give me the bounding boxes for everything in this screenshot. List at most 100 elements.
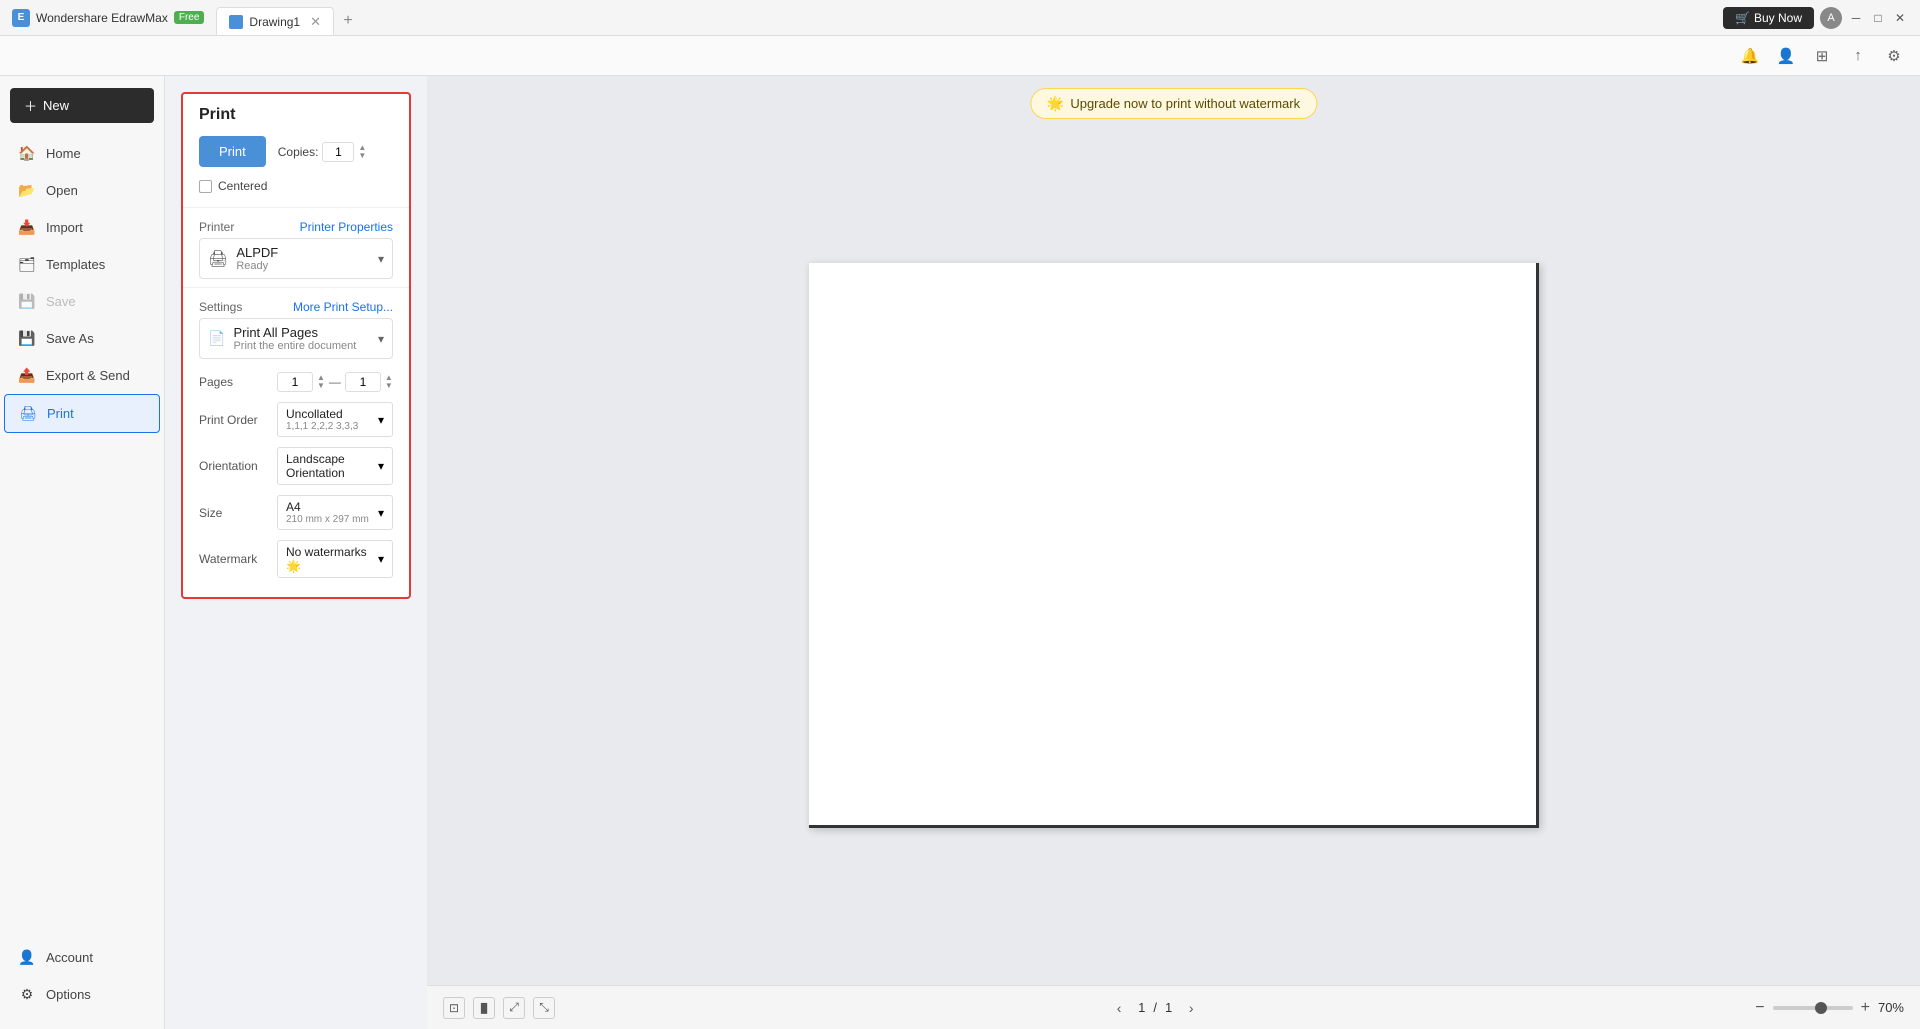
centered-checkbox[interactable] <box>199 180 212 193</box>
orientation-row: Orientation Landscape Orientation ▾ <box>183 442 409 490</box>
pages-separator: — <box>329 375 341 389</box>
sidebar-label-account: Account <box>46 950 93 965</box>
page-separator: / <box>1153 1000 1157 1015</box>
print-order-row: Print Order Uncollated 1,1,1 2,2,2 3,3,3… <box>183 397 409 442</box>
tab-drawing1[interactable]: Drawing1 ✕ <box>216 7 334 35</box>
pages-from-down[interactable]: ▼ <box>317 382 325 390</box>
new-tab-button[interactable]: + <box>334 7 362 35</box>
save-as-icon: 💾 <box>18 330 36 347</box>
page-preview <box>809 263 1539 828</box>
iconbar: 🔔 👤 ⊞ ↑ ⚙ <box>0 36 1920 76</box>
print-all-pages-arrow[interactable]: ▾ <box>378 332 384 346</box>
sidebar-label-print: Print <box>47 406 74 421</box>
divider-1 <box>183 207 409 208</box>
sidebar-item-options[interactable]: ⚙ Options <box>4 976 160 1013</box>
sidebar-item-account[interactable]: 👤 Account <box>4 939 160 976</box>
watermark-dropdown[interactable]: No watermarks 🌟 ▾ <box>277 540 393 578</box>
pages-from-input[interactable] <box>277 372 313 392</box>
pages-row: Pages ▲ ▼ — ▲ ▼ <box>183 367 409 397</box>
options-icon: ⚙ <box>18 986 36 1003</box>
sidebar-item-import[interactable]: 📥 Import <box>4 209 160 246</box>
fit-page-icon[interactable]: ⊡ <box>443 997 465 1019</box>
tab-icon <box>229 15 243 29</box>
user-icon[interactable]: 👤 <box>1776 46 1796 66</box>
pages-from-spinner[interactable]: ▲ ▼ <box>317 374 325 390</box>
size-dropdown[interactable]: A4 210 mm x 297 mm ▾ <box>277 495 393 530</box>
printer-dropdown-arrow[interactable]: ▾ <box>378 252 384 266</box>
sidebar-item-save: 💾 Save <box>4 283 160 320</box>
copies-group: Copies: ▲ ▼ <box>278 142 367 162</box>
print-order-label: Print Order <box>199 413 269 427</box>
orientation-arrow[interactable]: ▾ <box>378 459 384 473</box>
upload-icon[interactable]: ↑ <box>1848 46 1868 66</box>
page-prev-button[interactable]: ‹ <box>1108 997 1130 1019</box>
user-avatar[interactable]: A <box>1820 7 1842 29</box>
print-order-dropdown[interactable]: Uncollated 1,1,1 2,2,2 3,3,3 ▾ <box>277 402 393 437</box>
print-button[interactable]: Print <box>199 136 266 167</box>
pages-to-down[interactable]: ▼ <box>385 382 393 390</box>
sidebar-item-open[interactable]: 📂 Open <box>4 172 160 209</box>
new-button[interactable]: ＋ New <box>10 88 154 123</box>
main-layout: ＋ New 🏠 Home 📂 Open 📥 Import 🗂 Templates… <box>0 76 1920 1029</box>
pages-to-spinner[interactable]: ▲ ▼ <box>385 374 393 390</box>
canvas-content <box>427 76 1920 985</box>
fit-width-icon[interactable]: ▐▌ <box>473 997 495 1019</box>
zoom-thumb[interactable] <box>1815 1002 1827 1014</box>
settings-section-label: Settings <box>199 300 242 314</box>
tab-label: Drawing1 <box>249 15 300 29</box>
grid-icon[interactable]: ⊞ <box>1812 46 1832 66</box>
zoom-out-button[interactable]: − <box>1755 999 1764 1017</box>
app-badge: Free <box>174 11 205 24</box>
canvas-footer: ⊡ ▐▌ ⤢ ⤡ ‹ 1 / 1 › − + 70% <box>427 985 1920 1029</box>
maximize-button[interactable]: □ <box>1870 10 1886 26</box>
printer-selector[interactable]: 🖨 ALPDF Ready ▾ <box>199 238 393 279</box>
printer-properties-link[interactable]: Printer Properties <box>300 220 393 234</box>
sidebar-item-save-as[interactable]: 💾 Save As <box>4 320 160 357</box>
settings-section-header: Settings More Print Setup... <box>183 292 409 318</box>
copies-down[interactable]: ▼ <box>358 152 366 160</box>
close-button[interactable]: ✕ <box>1892 10 1908 26</box>
collapse-icon[interactable]: ⤡ <box>533 997 555 1019</box>
zoom-slider[interactable] <box>1773 1006 1853 1010</box>
orientation-dropdown[interactable]: Landscape Orientation ▾ <box>277 447 393 485</box>
size-arrow[interactable]: ▾ <box>378 506 384 520</box>
app-branding: E Wondershare EdrawMax Free <box>0 9 216 27</box>
buy-now-button[interactable]: 🛒 Buy Now <box>1723 7 1814 29</box>
watermark-arrow[interactable]: ▾ <box>378 552 384 566</box>
print-order-value: Uncollated <box>286 407 358 421</box>
print-all-pages-dropdown[interactable]: 📄 Print All Pages Print the entire docum… <box>199 318 393 359</box>
sidebar-label-templates: Templates <box>46 257 105 272</box>
print-panel-wrapper: Print Print Copies: ▲ ▼ Centered Pri <box>165 76 427 1029</box>
pages-to-input[interactable] <box>345 372 381 392</box>
sidebar-item-templates[interactable]: 🗂 Templates <box>4 246 160 283</box>
centered-label: Centered <box>218 179 267 193</box>
page-current: 1 <box>1138 1000 1145 1015</box>
copies-input[interactable] <box>322 142 354 162</box>
expand-icon[interactable]: ⤢ <box>503 997 525 1019</box>
size-row: Size A4 210 mm x 297 mm ▾ <box>183 490 409 535</box>
footer-center: ‹ 1 / 1 › <box>1108 997 1202 1019</box>
zoom-in-button[interactable]: + <box>1861 999 1870 1017</box>
sidebar-item-export-send[interactable]: 📤 Export & Send <box>4 357 160 394</box>
size-value: A4 <box>286 500 369 514</box>
print-order-arrow[interactable]: ▾ <box>378 413 384 427</box>
tab-close-icon[interactable]: ✕ <box>310 14 321 30</box>
more-print-setup-link[interactable]: More Print Setup... <box>293 300 393 314</box>
sidebar-label-export-send: Export & Send <box>46 368 130 383</box>
print-all-pages-sub: Print the entire document <box>233 340 370 352</box>
orientation-value: Landscape Orientation <box>286 452 378 480</box>
sidebar-label-options: Options <box>46 987 91 1002</box>
page-total: 1 <box>1165 1000 1172 1015</box>
copies-spinner[interactable]: ▲ ▼ <box>358 144 366 160</box>
export-icon: 📤 <box>18 367 36 384</box>
page-next-button[interactable]: › <box>1180 997 1202 1019</box>
sidebar-item-print[interactable]: 🖨 Print <box>4 394 160 433</box>
upgrade-banner[interactable]: 🌟 Upgrade now to print without watermark <box>1030 88 1317 119</box>
footer-left: ⊡ ▐▌ ⤢ ⤡ <box>443 997 555 1019</box>
settings-icon[interactable]: ⚙ <box>1884 46 1904 66</box>
notification-icon[interactable]: 🔔 <box>1740 46 1760 66</box>
sidebar-item-home[interactable]: 🏠 Home <box>4 135 160 172</box>
minimize-button[interactable]: ─ <box>1848 10 1864 26</box>
titlebar: E Wondershare EdrawMax Free Drawing1 ✕ +… <box>0 0 1920 36</box>
canvas-area: 🌟 Upgrade now to print without watermark… <box>427 76 1920 1029</box>
